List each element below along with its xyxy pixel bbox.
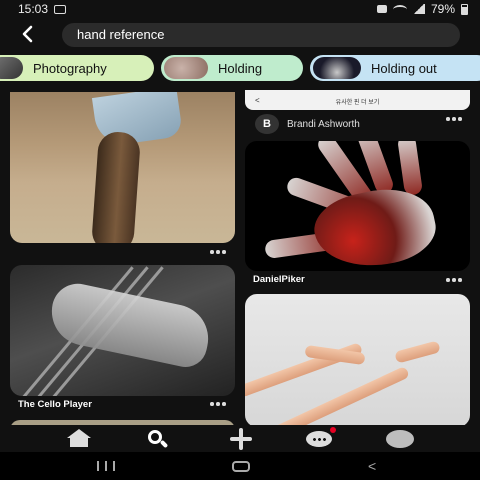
- chip-thumbnail: [164, 57, 208, 79]
- pin-cello-player[interactable]: [10, 265, 235, 396]
- chip-holding-out[interactable]: Holding out: [310, 55, 480, 81]
- home-pill-icon[interactable]: [232, 461, 250, 472]
- signal-icon: [412, 4, 425, 14]
- pin-red-hand[interactable]: [245, 141, 470, 271]
- more-options-icon[interactable]: [210, 402, 226, 406]
- camera-icon: [376, 5, 387, 13]
- pin-title[interactable]: The Cello Player: [18, 399, 92, 410]
- avatar: B: [255, 114, 279, 134]
- chip-label: Holding out: [371, 60, 437, 76]
- profile-icon[interactable]: [386, 429, 414, 449]
- chip-label: Photography: [33, 60, 107, 76]
- photo-icon: [54, 4, 67, 14]
- ad-text: 유사한 핀 더 보기: [335, 100, 380, 106]
- pin-ad-preview[interactable]: < 유사한 핀 더 보기: [245, 90, 470, 110]
- pin-image-detail: [396, 141, 424, 196]
- pin-image-detail: [394, 340, 441, 364]
- pin-byline[interactable]: B Brandi Ashworth: [255, 114, 360, 134]
- bottom-nav: [0, 425, 480, 452]
- pin-hand-photo[interactable]: [10, 92, 235, 243]
- battery-percent: 79%: [430, 2, 455, 16]
- status-right: 79%: [376, 2, 468, 16]
- related-chips: Photography Holding Holding out: [0, 55, 480, 81]
- byline-name: Brandi Ashworth: [287, 118, 360, 130]
- pin-author[interactable]: DanielPiker: [253, 274, 305, 285]
- system-nav: <: [0, 452, 480, 480]
- status-left: 15:03: [18, 2, 67, 16]
- chip-label: Holding: [218, 60, 263, 76]
- chip-thumbnail: [0, 57, 23, 79]
- chip-thumbnail: [313, 57, 361, 79]
- more-options-icon[interactable]: [210, 250, 226, 254]
- system-back-icon[interactable]: <: [368, 458, 376, 474]
- search-icon[interactable]: [146, 429, 170, 449]
- search-row: hand reference: [0, 20, 480, 50]
- status-time: 15:03: [18, 2, 49, 16]
- status-bar: 15:03 79%: [0, 0, 480, 18]
- more-options-icon[interactable]: [446, 117, 462, 121]
- back-arrow-icon: [22, 25, 33, 43]
- search-input[interactable]: hand reference: [62, 23, 460, 47]
- recents-icon[interactable]: [97, 461, 117, 471]
- back-button[interactable]: [18, 24, 40, 46]
- more-options-icon[interactable]: [446, 278, 462, 282]
- battery-icon: [461, 3, 468, 15]
- create-icon[interactable]: [228, 428, 252, 450]
- chip-photography[interactable]: Photography: [0, 55, 154, 81]
- chip-holding[interactable]: Holding: [161, 55, 303, 81]
- messages-icon[interactable]: [306, 427, 336, 449]
- pin-image-detail: [90, 130, 142, 243]
- wifi-icon: [392, 4, 407, 14]
- notification-badge: [330, 427, 336, 433]
- pin-reaching-hands[interactable]: [245, 294, 470, 427]
- home-icon[interactable]: [67, 429, 91, 449]
